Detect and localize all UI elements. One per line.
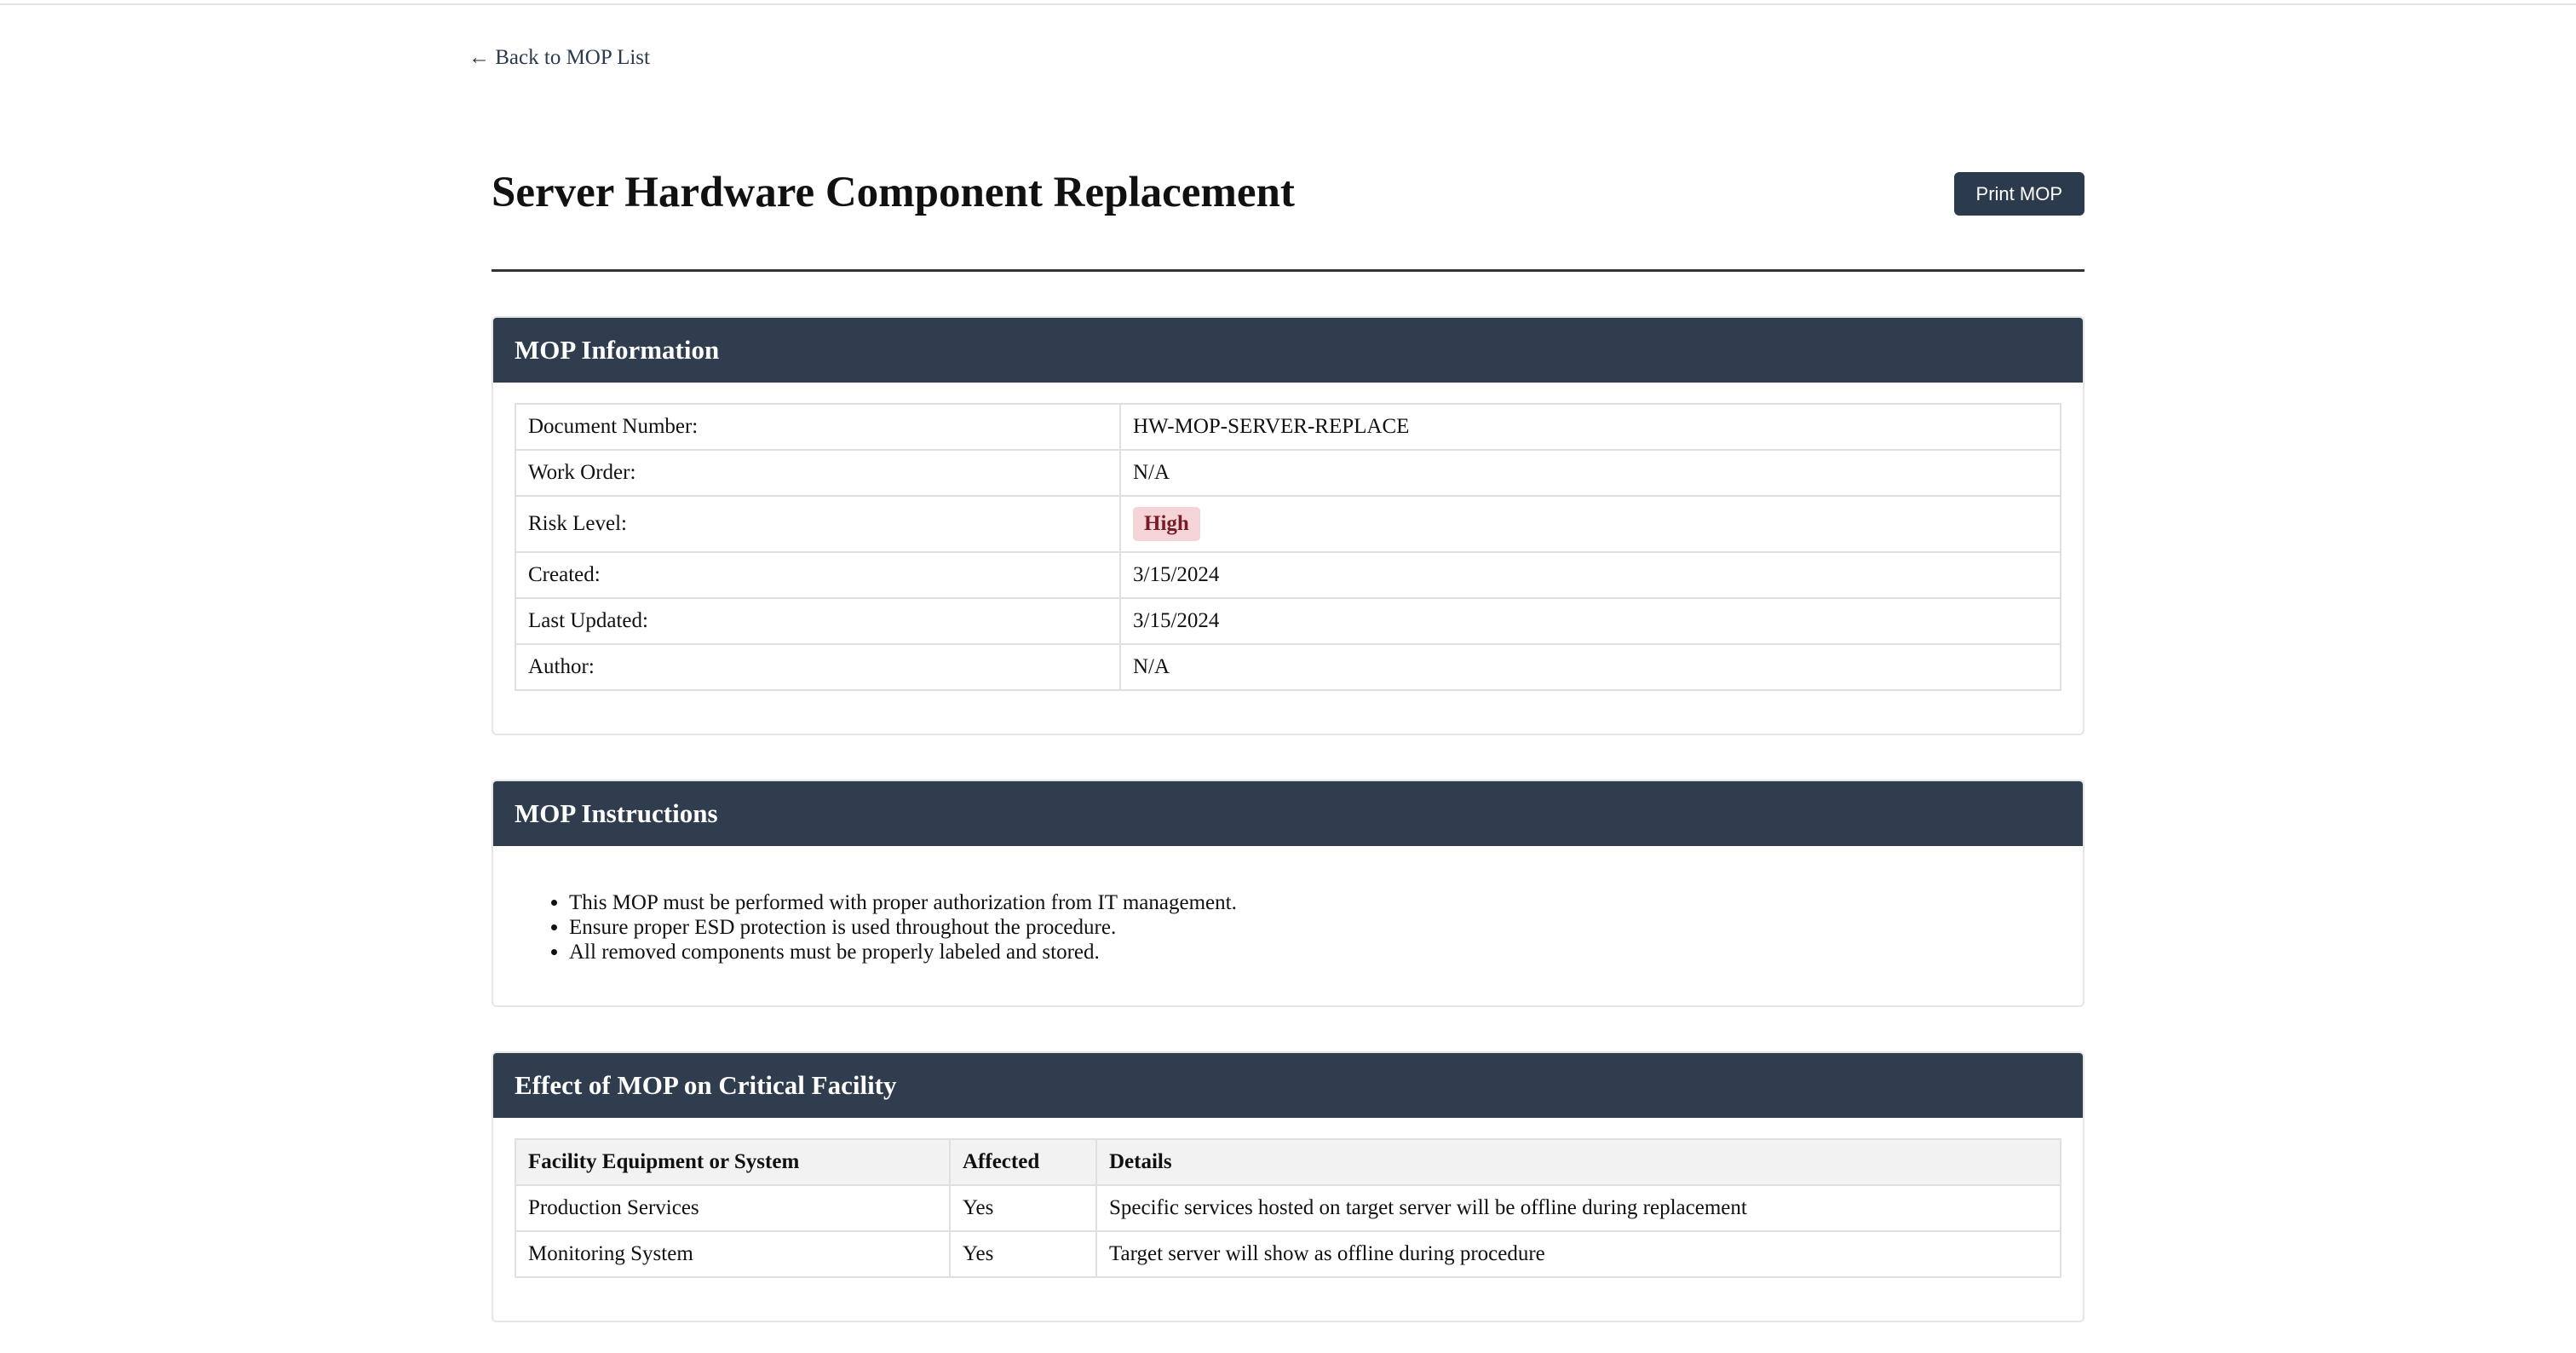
table-cell: Monitoring System — [515, 1230, 951, 1278]
table-row: Risk Level: High — [515, 495, 2061, 553]
list-item: This MOP must be performed with proper a… — [569, 890, 2061, 915]
effect-on-facility-section: Effect of MOP on Critical Facility Facil… — [492, 1051, 2084, 1322]
table-row: Author: N/A — [515, 643, 2061, 691]
field-label: Document Number: — [515, 403, 1121, 451]
mop-information-table: Document Number: HW-MOP-SERVER-REPLACE W… — [515, 403, 2061, 691]
column-header: Facility Equipment or System — [515, 1138, 951, 1186]
section-heading: MOP Instructions — [493, 781, 2083, 846]
print-mop-button[interactable]: Print MOP — [1953, 172, 2084, 216]
table-cell: Target server will show as offline durin… — [1095, 1230, 2061, 1278]
field-value: 3/15/2024 — [1119, 597, 2061, 645]
field-label: Risk Level: — [515, 495, 1121, 553]
left-arrow-icon: ← — [469, 46, 490, 69]
field-value: HW-MOP-SERVER-REPLACE — [1119, 403, 2061, 451]
effect-table: Facility Equipment or System Affected De… — [515, 1138, 2061, 1278]
table-row: Work Order: N/A — [515, 449, 2061, 497]
top-border — [0, 0, 2576, 5]
list-item: Ensure proper ESD protection is used thr… — [569, 915, 2061, 940]
table-cell: Yes — [949, 1230, 1097, 1278]
column-header: Details — [1095, 1138, 2061, 1186]
section-heading: Effect of MOP on Critical Facility — [493, 1053, 2083, 1118]
field-value: High — [1119, 495, 2061, 553]
section-heading: MOP Information — [493, 318, 2083, 383]
table-row: Document Number: HW-MOP-SERVER-REPLACE — [515, 403, 2061, 451]
instructions-list: This MOP must be performed with proper a… — [515, 890, 2061, 964]
table-cell: Yes — [949, 1184, 1097, 1232]
table-row: Monitoring System Yes Target server will… — [515, 1230, 2061, 1278]
table-row: Last Updated: 3/15/2024 — [515, 597, 2061, 645]
back-link-label: Back to MOP List — [495, 46, 650, 69]
table-row: Production Services Yes Specific service… — [515, 1184, 2061, 1232]
back-to-list-link[interactable]: ← Back to MOP List — [469, 46, 650, 70]
risk-level-badge: High — [1133, 507, 1200, 541]
field-value: N/A — [1119, 449, 2061, 497]
field-value: 3/15/2024 — [1119, 551, 2061, 599]
mop-information-section: MOP Information Document Number: HW-MOP-… — [492, 316, 2084, 735]
field-label: Work Order: — [515, 449, 1121, 497]
table-header-row: Facility Equipment or System Affected De… — [515, 1138, 2061, 1186]
field-label: Last Updated: — [515, 597, 1121, 645]
field-label: Author: — [515, 643, 1121, 691]
table-cell: Specific services hosted on target serve… — [1095, 1184, 2061, 1232]
page-container: Server Hardware Component Replacement Pr… — [492, 167, 2084, 1322]
mop-instructions-section: MOP Instructions This MOP must be perfor… — [492, 780, 2084, 1007]
field-value: N/A — [1119, 643, 2061, 691]
table-row: Created: 3/15/2024 — [515, 551, 2061, 599]
page-header: Server Hardware Component Replacement Pr… — [492, 167, 2084, 272]
column-header: Affected — [949, 1138, 1097, 1186]
list-item: All removed components must be properly … — [569, 940, 2061, 964]
field-label: Created: — [515, 551, 1121, 599]
page-title: Server Hardware Component Replacement — [492, 169, 1295, 216]
table-cell: Production Services — [515, 1184, 951, 1232]
